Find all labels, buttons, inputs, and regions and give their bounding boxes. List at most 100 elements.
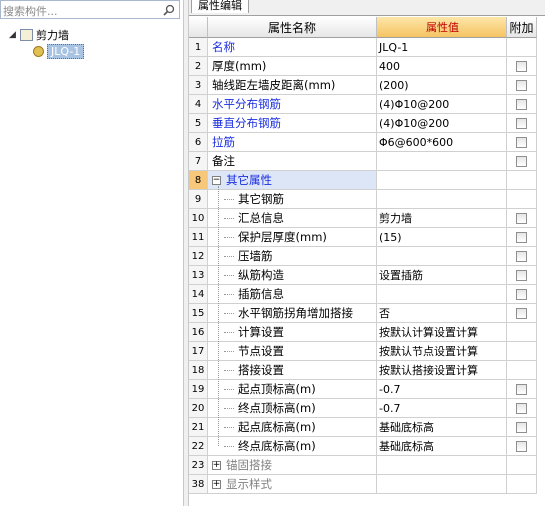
property-value-cell[interactable]: Φ6@600*600: [377, 133, 507, 152]
additional-checkbox[interactable]: [516, 269, 527, 281]
property-name-cell[interactable]: 水平钢筋拐角增加搭接: [208, 304, 377, 323]
property-name-cell[interactable]: 起点顶标高(m): [208, 380, 377, 399]
search-input[interactable]: 搜索构件...: [3, 3, 58, 19]
property-name-cell[interactable]: + 显示样式: [208, 475, 377, 494]
property-name-cell[interactable]: 纵筋构造: [208, 266, 377, 285]
property-name: 其它属性: [226, 173, 272, 187]
property-name: 起点顶标高(m): [238, 382, 316, 396]
property-value-cell[interactable]: [377, 285, 507, 304]
property-name-cell[interactable]: 水平分布钢筋: [208, 95, 377, 114]
property-value-cell[interactable]: 否: [377, 304, 507, 323]
additional-checkbox[interactable]: [516, 60, 527, 72]
additional-checkbox[interactable]: [516, 212, 527, 224]
property-name-cell[interactable]: 起点底标高(m): [208, 418, 377, 437]
property-value-cell[interactable]: (200): [377, 76, 507, 95]
additional-checkbox[interactable]: [516, 250, 527, 262]
property-name: 拉筋: [212, 135, 235, 149]
property-value-cell[interactable]: 基础底标高: [377, 418, 507, 437]
property-value-cell[interactable]: 剪力墙: [377, 209, 507, 228]
property-value-cell[interactable]: [377, 475, 507, 494]
property-value-cell[interactable]: 400: [377, 57, 507, 76]
property-name-cell[interactable]: 其它钢筋: [208, 190, 377, 209]
additional-checkbox[interactable]: [516, 98, 527, 110]
additional-checkbox[interactable]: [516, 307, 527, 319]
additional-cell: [507, 342, 537, 361]
property-value-cell[interactable]: 基础底标高: [377, 437, 507, 456]
tree-connector: [224, 236, 234, 238]
property-value-cell[interactable]: [377, 247, 507, 266]
additional-checkbox[interactable]: [516, 288, 527, 300]
property-name: 锚固搭接: [226, 458, 272, 472]
additional-checkbox[interactable]: [516, 231, 527, 243]
property-name-cell[interactable]: 名称: [208, 38, 377, 57]
property-value-cell[interactable]: 设置插筋: [377, 266, 507, 285]
property-name-cell[interactable]: 节点设置: [208, 342, 377, 361]
property-value-cell[interactable]: [377, 456, 507, 475]
property-name: 起点底标高(m): [238, 420, 316, 434]
property-name-cell[interactable]: 计算设置: [208, 323, 377, 342]
property-name-cell[interactable]: 厚度(mm): [208, 57, 377, 76]
search-button[interactable]: [159, 1, 179, 18]
tree-node-shear-wall[interactable]: ◢ 剪力墙: [8, 27, 69, 43]
property-value-cell[interactable]: (15): [377, 228, 507, 247]
property-name-cell[interactable]: 终点底标高(m): [208, 437, 377, 456]
property-name-cell[interactable]: 插筋信息: [208, 285, 377, 304]
row-number: 10: [189, 209, 208, 228]
row-number: 20: [189, 399, 208, 418]
property-name-cell[interactable]: 压墙筋: [208, 247, 377, 266]
collapse-arrow-icon[interactable]: ◢: [8, 30, 17, 40]
property-name: 插筋信息: [238, 287, 284, 301]
property-name-cell[interactable]: 搭接设置: [208, 361, 377, 380]
property-name-cell[interactable]: 保护层厚度(mm): [208, 228, 377, 247]
additional-checkbox[interactable]: [516, 402, 527, 414]
additional-cell: [507, 456, 537, 475]
additional-checkbox[interactable]: [516, 155, 527, 167]
additional-checkbox[interactable]: [516, 136, 527, 148]
property-value-cell[interactable]: 按默认计算设置计算: [377, 323, 507, 342]
row-number: 22: [189, 437, 208, 456]
property-value-cell[interactable]: 按默认节点设置计算: [377, 342, 507, 361]
additional-cell: [507, 209, 537, 228]
additional-cell: [507, 247, 537, 266]
component-tree-pane: 搜索构件... ◢ 剪力墙 JLQ-1: [0, 0, 183, 506]
row-number: 16: [189, 323, 208, 342]
tree-connector: [224, 312, 234, 314]
property-name-cell[interactable]: 汇总信息: [208, 209, 377, 228]
additional-checkbox[interactable]: [516, 79, 527, 91]
additional-checkbox[interactable]: [516, 440, 527, 452]
property-value-cell[interactable]: [377, 171, 507, 190]
row-number: 2: [189, 57, 208, 76]
collapse-icon[interactable]: −: [212, 175, 221, 185]
additional-checkbox[interactable]: [516, 383, 527, 395]
property-value-cell[interactable]: -0.7: [377, 380, 507, 399]
property-value-cell[interactable]: (4)Φ10@200: [377, 95, 507, 114]
property-name-cell[interactable]: 终点顶标高(m): [208, 399, 377, 418]
tree-connector: [224, 445, 234, 447]
expand-icon[interactable]: +: [212, 460, 221, 470]
tab-property-edit[interactable]: 属性编辑: [191, 0, 249, 13]
tab-bar: 属性编辑: [189, 0, 545, 16]
property-name-cell[interactable]: 备注: [208, 152, 377, 171]
property-value-cell[interactable]: [377, 152, 507, 171]
row-number: 11: [189, 228, 208, 247]
expand-icon[interactable]: +: [212, 479, 221, 489]
property-value-cell[interactable]: JLQ-1: [377, 38, 507, 57]
property-name: 汇总信息: [238, 211, 284, 225]
property-name: 搭接设置: [238, 363, 284, 377]
property-name-cell[interactable]: 轴线距左墙皮距离(mm): [208, 76, 377, 95]
property-value-cell[interactable]: 按默认搭接设置计算: [377, 361, 507, 380]
tree-node-jlq-1[interactable]: JLQ-1: [30, 43, 85, 59]
property-editor-pane: 属性编辑 属性名称 属性值 附加 1 名称 JLQ-1 2 厚度(mm) 400 3 轴线距左…: [189, 0, 545, 506]
property-value-cell[interactable]: [377, 190, 507, 209]
property-name-cell[interactable]: 拉筋: [208, 133, 377, 152]
property-name: 水平分布钢筋: [212, 97, 281, 111]
property-name-cell[interactable]: − 其它属性: [208, 171, 377, 190]
additional-checkbox[interactable]: [516, 421, 527, 433]
property-name-cell[interactable]: 垂直分布钢筋: [208, 114, 377, 133]
property-value-cell[interactable]: (4)Φ10@200: [377, 114, 507, 133]
property-name-cell[interactable]: + 锚固搭接: [208, 456, 377, 475]
additional-checkbox[interactable]: [516, 117, 527, 129]
property-value-cell[interactable]: -0.7: [377, 399, 507, 418]
property-name: 备注: [212, 154, 235, 168]
search-box[interactable]: 搜索构件...: [0, 0, 180, 19]
